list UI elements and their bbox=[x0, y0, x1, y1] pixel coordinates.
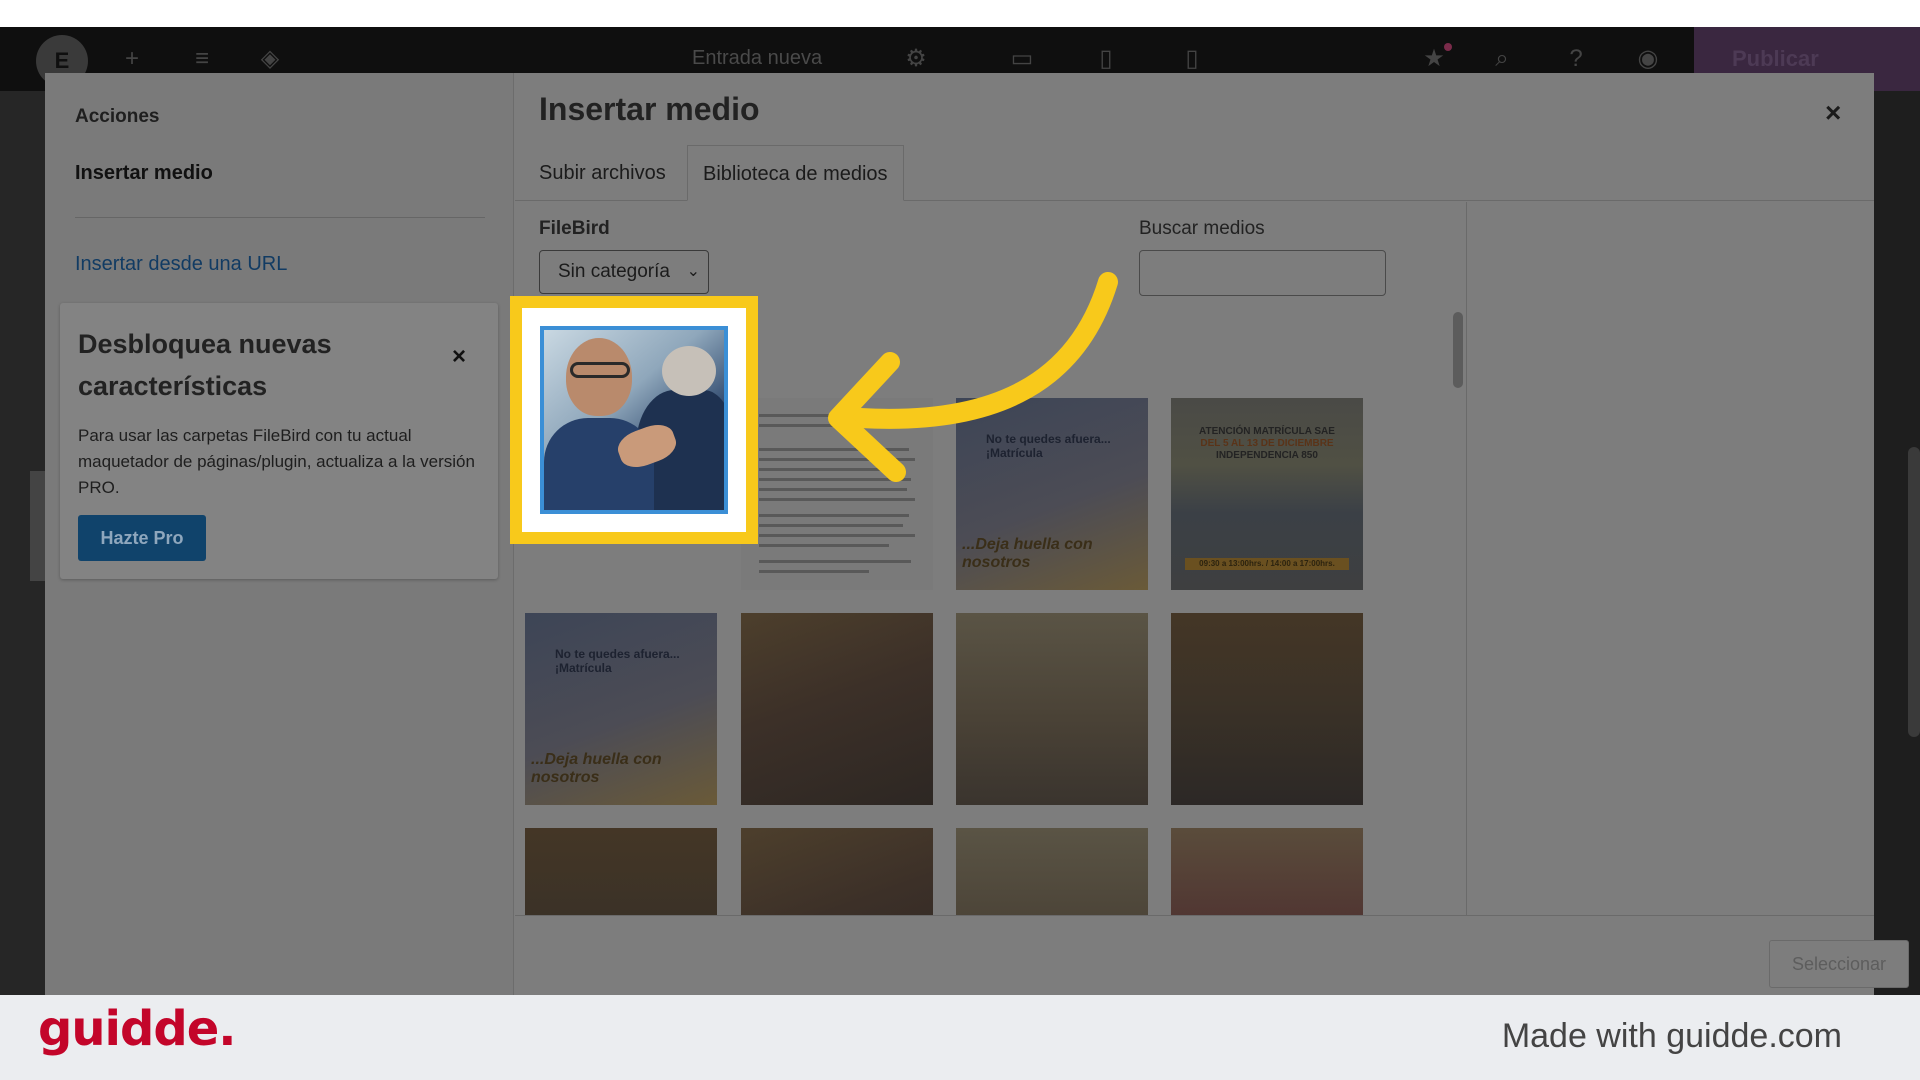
tab-media-library[interactable]: Biblioteca de medios bbox=[687, 145, 904, 201]
layers-icon[interactable]: ◈ bbox=[254, 43, 286, 75]
preview-eye-icon[interactable]: ◉ bbox=[1632, 43, 1664, 75]
modal-sidebar: Acciones Insertar medio Insertar desde u… bbox=[45, 73, 514, 995]
desktop-icon[interactable]: ▭ bbox=[1006, 43, 1038, 75]
insert-media-modal: Acciones Insertar medio Insertar desde u… bbox=[45, 73, 1909, 995]
search-media-label: Buscar medios bbox=[1139, 218, 1265, 239]
promo-tagline-2: No te quedes afuera...¡Matrícula bbox=[555, 647, 680, 675]
media-thumbnail-promo[interactable]: No te quedes afuera...¡Matrícula ...Deja… bbox=[956, 398, 1148, 590]
filebird-category-select[interactable]: Sin categoría ⌄ bbox=[539, 250, 709, 294]
chevron-down-icon: ⌄ bbox=[686, 263, 700, 280]
media-thumbnail-photo[interactable] bbox=[525, 828, 717, 915]
guidde-logo[interactable]: guidde. bbox=[38, 1001, 236, 1057]
made-with-link[interactable]: Made with guidde.com bbox=[1502, 1017, 1842, 1056]
filebird-select-value: Sin categoría bbox=[558, 261, 670, 282]
tab-upload-files[interactable]: Subir archivos bbox=[539, 145, 666, 201]
media-thumbnail-photo[interactable] bbox=[741, 613, 933, 805]
upgrade-promo-card: Desbloquea nuevas características × Para… bbox=[60, 303, 498, 579]
promo-caption: ...Deja huella con nosotros bbox=[962, 536, 1093, 571]
insert-from-url-link[interactable]: Insertar desde una URL bbox=[75, 253, 287, 276]
media-thumbnail-hug-photo[interactable] bbox=[540, 326, 728, 514]
photo-figure-head-back bbox=[662, 346, 716, 396]
promo-caption-2: ...Deja huella con nosotros bbox=[531, 751, 662, 786]
media-thumbnail-photo[interactable] bbox=[1171, 613, 1363, 805]
search-icon[interactable]: ⌕ bbox=[1486, 43, 1518, 75]
banner-dates: DEL 5 AL 13 DE DICIEMBRE bbox=[1200, 438, 1334, 449]
notification-dot bbox=[1444, 43, 1452, 51]
promo-title: Desbloquea nuevas características bbox=[78, 329, 332, 401]
publish-label: Publicar bbox=[1732, 46, 1819, 71]
sidebar-item-insert-media[interactable]: Insertar medio bbox=[75, 162, 213, 185]
sidebar-divider bbox=[75, 217, 485, 218]
settings-sliders-icon[interactable]: ≡ bbox=[186, 43, 218, 75]
search-media-input[interactable] bbox=[1139, 250, 1386, 296]
hazte-pro-button[interactable]: Hazte Pro bbox=[78, 515, 206, 561]
left-panel bbox=[0, 91, 46, 995]
modal-title: Insertar medio bbox=[539, 91, 760, 127]
add-icon[interactable]: + bbox=[116, 43, 148, 75]
tablet-icon[interactable]: ▯ bbox=[1090, 43, 1122, 75]
promo-tagline: No te quedes afuera...¡Matrícula bbox=[986, 432, 1111, 460]
photo-glasses bbox=[570, 362, 630, 378]
top-strip bbox=[0, 0, 1920, 27]
modal-close-icon[interactable]: × bbox=[1825, 97, 1841, 129]
modal-footer: Seleccionar bbox=[515, 915, 1909, 995]
document-title[interactable]: Entrada nueva bbox=[692, 47, 822, 70]
select-button[interactable]: Seleccionar bbox=[1769, 940, 1909, 988]
media-thumbnail-photo[interactable] bbox=[956, 613, 1148, 805]
page-scrollbar[interactable] bbox=[1908, 447, 1920, 737]
help-icon[interactable]: ? bbox=[1560, 43, 1592, 75]
highlighted-thumbnail-frame bbox=[510, 296, 758, 544]
banner-heading: ATENCIÓN MATRÍCULA SAE bbox=[1199, 426, 1335, 437]
media-thumbnail-document[interactable] bbox=[741, 398, 933, 590]
media-thumbnail-promo-2[interactable]: No te quedes afuera...¡Matrícula ...Deja… bbox=[525, 613, 717, 805]
media-grid-scrollbar[interactable] bbox=[1453, 312, 1463, 388]
banner-address: INDEPENDENCIA 850 bbox=[1216, 450, 1318, 461]
media-thumbnail-photo[interactable] bbox=[741, 828, 933, 915]
branding-footer: guidde. Made with guidde.com bbox=[0, 995, 1920, 1080]
left-panel-thumb bbox=[30, 471, 46, 581]
promo-close-icon[interactable]: × bbox=[452, 343, 466, 371]
media-thumbnail-photo[interactable] bbox=[956, 828, 1148, 915]
media-tabs: Subir archivos Biblioteca de medios bbox=[515, 145, 1874, 201]
filebird-label: FileBird bbox=[539, 218, 610, 239]
sidebar-heading: Acciones bbox=[75, 106, 160, 127]
gear-icon[interactable]: ⚙ bbox=[900, 43, 932, 75]
media-thumbnail-photo[interactable] bbox=[1171, 828, 1363, 915]
promo-text: Para usar las carpetas FileBird con tu a… bbox=[78, 426, 475, 497]
media-thumbnail-enrollment-banner[interactable]: ATENCIÓN MATRÍCULA SAE DEL 5 AL 13 DE DI… bbox=[1171, 398, 1363, 590]
mobile-icon[interactable]: ▯ bbox=[1176, 43, 1208, 75]
banner-hours: 09:30 a 13:00hrs. / 14:00 a 17:00hrs. bbox=[1185, 558, 1349, 570]
